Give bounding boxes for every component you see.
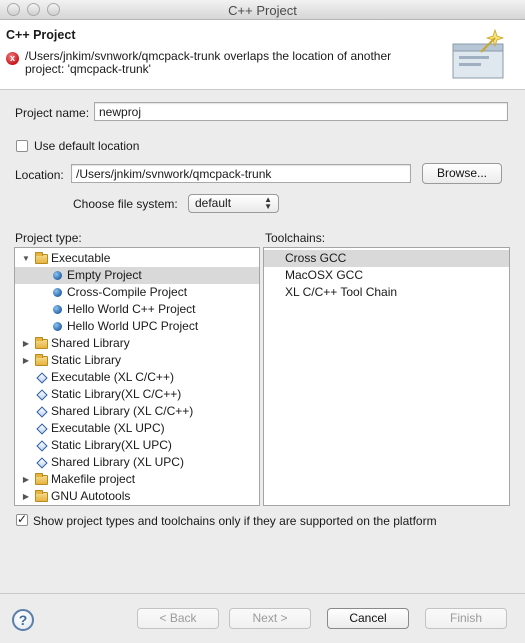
project-type-item[interactable]: Empty Project <box>15 267 259 284</box>
project-type-item[interactable]: ▶ Makefile project <box>15 471 259 488</box>
project-type-label: Empty Project <box>67 268 142 282</box>
project-type-diamond-icon <box>36 457 48 469</box>
project-type-diamond-icon <box>36 406 48 418</box>
project-type-item[interactable]: ▶ Shared Library <box>15 335 259 352</box>
new-project-wizard-icon <box>452 28 505 79</box>
button-bar-divider <box>0 593 525 594</box>
toolchains-list[interactable]: Cross GCC MacOSX GCC XL C/C++ Tool Chain <box>263 247 510 506</box>
show-supported-checkbox[interactable] <box>16 512 28 526</box>
project-type-label: Shared Library (XL UPC) <box>51 455 184 469</box>
cancel-button[interactable]: Cancel <box>327 608 409 629</box>
project-type-item[interactable]: ▶ GNU Autotools <box>15 488 259 505</box>
toolchain-item[interactable]: XL C/C++ Tool Chain <box>264 284 509 301</box>
select-arrows-icon: ▲ ▼ <box>264 195 272 211</box>
project-type-item[interactable]: Static Library(XL UPC) <box>15 437 259 454</box>
error-message: /Users/jnkim/svnwork/qmcpack-trunk overl… <box>25 49 392 76</box>
project-template-icon <box>53 271 62 280</box>
location-input[interactable]: /Users/jnkim/svnwork/qmcpack-trunk <box>71 164 411 183</box>
title-bar: C++ Project <box>0 0 525 20</box>
project-type-label: Hello World C++ Project <box>67 302 196 316</box>
file-system-select[interactable]: default ▲ ▼ <box>188 194 279 213</box>
expand-arrow-icon[interactable]: ▶ <box>21 488 31 505</box>
project-type-item[interactable]: ▼ Executable <box>15 250 259 267</box>
folder-icon <box>35 490 48 502</box>
project-type-label: Shared Library <box>51 336 130 350</box>
expand-arrow-icon[interactable]: ▶ <box>21 335 31 352</box>
project-type-label: Executable <box>51 251 111 265</box>
project-type-tree[interactable]: ▼ Executable Empty Project Cross-Compile Pr… <box>14 247 260 506</box>
project-type-label: Static Library(XL C/C++) <box>51 387 182 401</box>
window-title: C++ Project <box>228 3 297 18</box>
wizard-banner: C++ Project x /Users/jnkim/svnwork/qmcpa… <box>0 20 525 90</box>
finish-button[interactable]: Finish <box>425 608 507 629</box>
project-type-item[interactable]: Executable (XL C/C++) <box>15 369 259 386</box>
project-type-label: Executable (XL UPC) <box>51 421 165 435</box>
project-template-icon <box>53 288 62 297</box>
location-label: Location: <box>15 168 64 182</box>
project-type-item[interactable]: Static Library(XL C/C++) <box>15 386 259 403</box>
project-name-input[interactable]: newproj <box>94 102 508 121</box>
project-type-item[interactable]: Executable (XL UPC) <box>15 420 259 437</box>
use-default-location-checkbox[interactable] <box>16 140 28 152</box>
project-type-label: Cross-Compile Project <box>67 285 188 299</box>
project-type-diamond-icon <box>36 440 48 452</box>
project-type-label: Executable (XL C/C++) <box>51 370 174 384</box>
project-template-icon <box>53 322 62 331</box>
project-type-label: GNU Autotools <box>51 489 131 503</box>
project-type-item[interactable]: Hello World UPC Project <box>15 318 259 335</box>
file-system-label: Choose file system: <box>73 197 178 211</box>
folder-icon <box>35 354 48 366</box>
expand-arrow-icon[interactable]: ▶ <box>21 352 31 369</box>
next-button[interactable]: Next > <box>229 608 311 629</box>
project-type-item[interactable]: Shared Library (XL C/C++) <box>15 403 259 420</box>
project-type-label: Static Library(XL UPC) <box>51 438 172 452</box>
expand-arrow-icon[interactable]: ▶ <box>21 471 31 488</box>
folder-icon <box>35 252 48 264</box>
toolchain-label: XL C/C++ Tool Chain <box>285 285 398 299</box>
error-icon: x <box>6 52 19 65</box>
file-system-value: default <box>195 196 232 210</box>
folder-icon <box>35 473 48 485</box>
project-type-diamond-icon <box>36 389 48 401</box>
use-default-location-label: Use default location <box>34 139 140 153</box>
project-type-item[interactable]: Cross-Compile Project <box>15 284 259 301</box>
show-supported-label: Show project types and toolchains only i… <box>33 514 437 528</box>
wizard-page-title: C++ Project <box>6 28 76 42</box>
browse-button[interactable]: Browse... <box>422 163 502 184</box>
project-type-item[interactable]: ▶ Static Library <box>15 352 259 369</box>
project-type-label: Makefile project <box>51 472 136 486</box>
project-name-label: Project name: <box>15 106 90 120</box>
collapse-arrow-icon[interactable]: ▼ <box>21 250 31 267</box>
toolchain-item[interactable]: MacOSX GCC <box>264 267 509 284</box>
back-button[interactable]: < Back <box>137 608 219 629</box>
project-type-label: Static Library <box>51 353 122 367</box>
toolchain-item[interactable]: Cross GCC <box>264 250 509 267</box>
project-type-label: Hello World UPC Project <box>67 319 199 333</box>
project-type-header: Project type: <box>15 231 82 245</box>
project-type-diamond-icon <box>36 423 48 435</box>
toolchains-header: Toolchains: <box>265 231 326 245</box>
project-type-label: Shared Library (XL C/C++) <box>51 404 194 418</box>
help-button[interactable]: ? <box>12 609 34 631</box>
toolchain-label: Cross GCC <box>285 251 347 265</box>
folder-icon <box>35 337 48 349</box>
project-type-item[interactable]: Shared Library (XL UPC) <box>15 454 259 471</box>
project-type-item[interactable]: Hello World C++ Project <box>15 301 259 318</box>
project-template-icon <box>53 305 62 314</box>
project-type-diamond-icon <box>36 372 48 384</box>
toolchain-label: MacOSX GCC <box>285 268 364 282</box>
